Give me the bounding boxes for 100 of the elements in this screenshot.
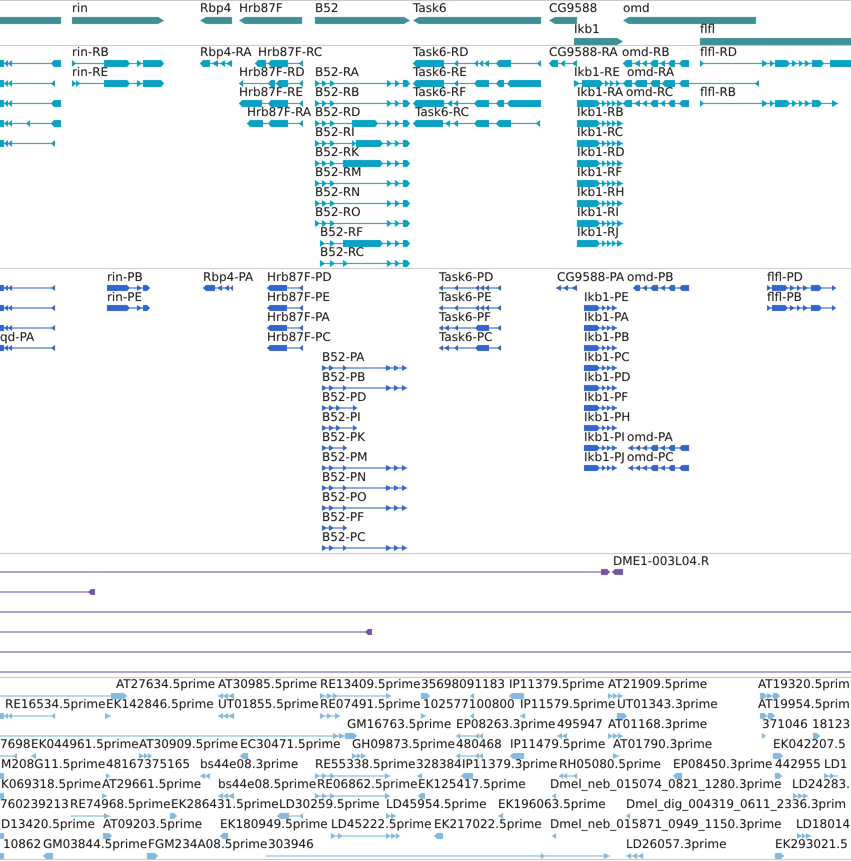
transcript-label: B52-RI [315, 126, 355, 139]
gene-label: B52 [315, 2, 339, 15]
protein-label: B52-PO [322, 491, 367, 504]
transcript-label: omd-RC [626, 86, 674, 99]
est-label: AT27634.5prime [116, 678, 216, 691]
est-label: AT19954.5prim [758, 698, 850, 711]
transcript-label: B52-RK [315, 146, 360, 159]
est-label: EP08263.3prime [456, 718, 556, 731]
transcript-label: Hrb87F-RA [247, 106, 312, 119]
est-label: EK044961.5prime [31, 738, 139, 751]
est-label: EK286431.5prime [171, 798, 279, 811]
est-label: AT01790.3prime [613, 738, 712, 751]
transcript-label: Ikb1-RI [577, 206, 619, 219]
transcript-label: B52-RD [315, 106, 360, 119]
transcript-label: B52-RM [315, 166, 362, 179]
est-label: 18123 [812, 718, 850, 731]
est-label: AT30985.5prime [218, 678, 318, 691]
gene-label: flfl [700, 23, 716, 36]
gene-label: rin [72, 2, 88, 15]
protein-label: B52-PI [322, 411, 361, 424]
protein-label: flfl-PB [767, 291, 802, 304]
est-label: bs44e08.3prime [200, 758, 298, 771]
est-label: EK217022.5prime [434, 818, 542, 831]
protein-label: qd-PA [0, 331, 34, 344]
protein-label: Ikb1-PE [584, 291, 629, 304]
transcript-label: Rbp4-RA [200, 46, 252, 59]
est-label: Dmel_dig_004319_0611_2336.3prim [626, 798, 846, 811]
protein-label: Ikb1-PF [584, 391, 628, 404]
est-label: LD18014 [796, 818, 850, 831]
est-label: AT19320.5prim [758, 678, 850, 691]
protein-label: omd-PA [627, 431, 673, 444]
est-label: GM16763.5prime [347, 718, 452, 731]
est-label: 10862 [3, 838, 42, 851]
transcript-label: Task6-RE [413, 66, 467, 79]
protein-label: Task6-PF [439, 311, 492, 324]
transcript-label: Ikb1-RC [577, 126, 624, 139]
protein-label: Ikb1-PB [584, 331, 630, 344]
gene-label: omd [623, 2, 650, 15]
est-label: 48167375165 [106, 758, 190, 771]
protein-label: omd-PC [627, 451, 674, 464]
est-label: 7698 [0, 738, 31, 751]
est-label: EK293021.5 [775, 838, 848, 851]
transcript-label: Ikb1-RB [577, 106, 624, 119]
transcript-label: B52-RN [315, 186, 360, 199]
est-label: IP11479.5prime [510, 738, 606, 751]
transcript-label: B52-RA [315, 66, 359, 79]
est-label: LD26057.3prime [626, 838, 727, 851]
protein-label: omd-PB [627, 271, 674, 284]
transcript-label: Ikb1-RH [577, 186, 624, 199]
transcript-label: Ikb1-RD [577, 146, 625, 159]
protein-label: Hrb87F-PC [267, 331, 331, 344]
est-label: GM03844.5prime [43, 838, 148, 851]
est-label: IP11379.3prime [462, 758, 558, 771]
protein-label: Task6-PC [439, 331, 492, 344]
transcript-label: flfl-RB [700, 86, 736, 99]
protein-label: CG9588-PA [557, 271, 624, 284]
est-label: EC30471.5prime [240, 738, 341, 751]
transcript-label: Ikb1-RE [574, 66, 620, 79]
est-label: EK196063.5prime [498, 798, 606, 811]
protein-label: Hrb87F-PD [267, 271, 332, 284]
est-label: D13420.5prime [1, 818, 95, 831]
protein-label: Ikb1-PH [584, 411, 630, 424]
protein-label: Hrb87F-PE [267, 291, 330, 304]
transcript-label: Task6-RC [415, 106, 469, 119]
transcript-label: B52-RO [315, 206, 361, 219]
gene-label: Task6 [413, 2, 447, 15]
transcript-label: Ikb1-RA [577, 86, 624, 99]
est-label: Dmel_neb_015074_0821_1280.3prime [550, 778, 782, 791]
gene-label: CG9588 [549, 2, 598, 15]
protein-label: B52-PF [322, 511, 364, 524]
transcript-label: Hrb87F-RE [239, 86, 303, 99]
gene-label: Hrb87F [239, 2, 283, 15]
protein-label: rin-PE [107, 291, 142, 304]
transcript-label: Task6-RF [413, 86, 466, 99]
est-label: LD1 [824, 758, 848, 771]
transcript-label: Task6-RD [413, 46, 468, 59]
est-label: RE16534.5prime [5, 698, 106, 711]
est-label: LD45222.5prime [331, 818, 432, 831]
protein-label: Ikb1-PI [584, 431, 625, 444]
protein-label: B52-PA [322, 351, 365, 364]
protein-label: B52-PK [322, 431, 365, 444]
est-label: 480468 [456, 738, 502, 751]
est-label: 35698091183 [421, 678, 505, 691]
est-label: LD45954.5prime [386, 798, 487, 811]
est-label: EK042207.5 [773, 738, 846, 751]
est-label: RE74968.5prime [70, 798, 170, 811]
est-label: AT30909.5prime [139, 738, 238, 751]
est-label: EK142846.5prime [106, 698, 214, 711]
protein-label: Rbp4-PA [203, 271, 254, 284]
est-label: AT21909.5prime [608, 678, 708, 691]
est-label: 102577100800 [423, 698, 515, 711]
protein-label: Ikb1-PD [584, 371, 631, 384]
est-label: M208G11.5prime [1, 758, 106, 771]
protein-label: rin-PB [107, 271, 143, 284]
gene-label: Ikb1 [574, 23, 600, 36]
est-label: K069318.5prime [1, 778, 102, 791]
protein-label: flfl-PD [767, 271, 803, 284]
est-label: bs44e08.5prime [218, 778, 316, 791]
clone-label: DME1-003L04.R [613, 555, 710, 568]
est-label: 442955 [775, 758, 821, 771]
